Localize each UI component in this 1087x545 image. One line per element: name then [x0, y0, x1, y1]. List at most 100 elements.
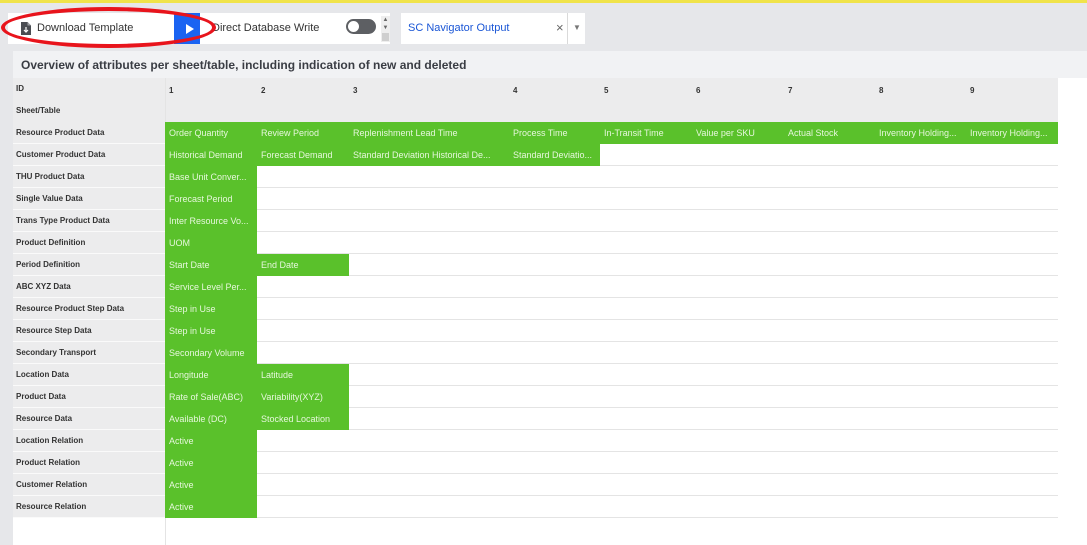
attribute-cell[interactable]: Active: [165, 452, 257, 474]
attribute-cell-text: Step in Use: [169, 326, 216, 336]
attribute-cell[interactable]: Standard Deviatio...: [509, 144, 600, 166]
attribute-cell[interactable]: Step in Use: [165, 298, 257, 320]
column-header-row: 1 2 3 4 5 6 7 8 9: [165, 78, 1058, 122]
attribute-cell[interactable]: Step in Use: [165, 320, 257, 342]
row-label-text: Product Relation: [16, 458, 81, 467]
attribute-cell[interactable]: Rate of Sale(ABC): [165, 386, 257, 408]
attribute-cell-text: Standard Deviation Historical De...: [353, 150, 491, 160]
spinner-up-icon[interactable]: ▲: [381, 16, 390, 24]
run-download-button[interactable]: [174, 13, 203, 44]
row-label: Trans Type Product Data: [13, 210, 165, 232]
attribute-cell-text: Inter Resource Vo...: [169, 216, 249, 226]
column-number: 4: [513, 86, 518, 95]
attribute-cell[interactable]: Process Time: [509, 122, 600, 144]
attribute-cell[interactable]: Active: [165, 496, 257, 518]
attribute-cell-text: Inventory Holding...: [970, 128, 1048, 138]
attribute-cell[interactable]: Active: [165, 430, 257, 452]
attribute-cell-text: UOM: [169, 238, 190, 248]
attribute-cell[interactable]: Forecast Demand: [257, 144, 349, 166]
row-label: Location Relation: [13, 430, 165, 452]
attribute-cell[interactable]: Variability(XYZ): [257, 386, 349, 408]
row-label: Customer Relation: [13, 474, 165, 496]
close-icon[interactable]: ×: [556, 20, 564, 35]
attribute-cell-text: Active: [169, 436, 194, 446]
select-divider: [567, 13, 568, 44]
attribute-cell[interactable]: Available (DC): [165, 408, 257, 430]
column-number: 1: [169, 86, 174, 95]
attribute-cell[interactable]: Latitude: [257, 364, 349, 386]
attribute-cell-text: Order Quantity: [169, 128, 229, 138]
spinner-handle[interactable]: [382, 33, 389, 41]
attribute-cell[interactable]: Replenishment Lead Time: [349, 122, 509, 144]
attribute-cell-text: Forecast Period: [169, 194, 233, 204]
attribute-cell[interactable]: Value per SKU: [692, 122, 784, 144]
row-label-text: Product Definition: [16, 238, 86, 247]
attribute-cell[interactable]: UOM: [165, 232, 257, 254]
column-number: 7: [788, 86, 793, 95]
row-label-text: Resource Data: [16, 414, 73, 423]
attribute-cell[interactable]: Actual Stock: [784, 122, 875, 144]
attribute-cell[interactable]: End Date: [257, 254, 349, 276]
row-divider: [165, 473, 1058, 474]
row-label-text: Location Relation: [16, 436, 84, 445]
attribute-cell[interactable]: Review Period: [257, 122, 349, 144]
output-select[interactable]: SC Navigator Output × ▼: [401, 13, 585, 44]
row-label: Customer Product Data: [13, 144, 165, 166]
column-number: 3: [353, 86, 358, 95]
attribute-cell-text: Start Date: [169, 260, 210, 270]
attribute-cell[interactable]: Inventory Holding...: [966, 122, 1058, 144]
attribute-cell[interactable]: In-Transit Time: [600, 122, 692, 144]
attribute-cell-text: Historical Demand: [169, 150, 243, 160]
column-number: 9: [970, 86, 975, 95]
attribute-cell[interactable]: Start Date: [165, 254, 257, 276]
attribute-cell[interactable]: Forecast Period: [165, 188, 257, 210]
attribute-cell[interactable]: Standard Deviation Historical De...: [349, 144, 509, 166]
direct-database-write-label: Direct Database Write: [212, 22, 320, 34]
attribute-cell[interactable]: Active: [165, 474, 257, 496]
attribute-cell[interactable]: Service Level Per...: [165, 276, 257, 298]
toggle-knob: [348, 21, 359, 32]
attribute-cell-text: Stocked Location: [261, 414, 331, 424]
attribute-cell[interactable]: Stocked Location: [257, 408, 349, 430]
attribute-cell-text: Rate of Sale(ABC): [169, 392, 244, 402]
attribute-cell-text: Review Period: [261, 128, 320, 138]
attribute-cell-text: Inventory Holding...: [879, 128, 957, 138]
attribute-cell-text: Value per SKU: [696, 128, 755, 138]
download-template-label[interactable]: Download Template: [37, 22, 133, 34]
direct-database-write-toggle[interactable]: [346, 19, 376, 34]
row-label-text: Product Data: [16, 392, 66, 401]
download-template-control[interactable]: Download Template: [8, 13, 203, 44]
play-icon: [185, 23, 194, 34]
attribute-cell-text: Variability(XYZ): [261, 392, 323, 402]
attribute-cell-text: Service Level Per...: [169, 282, 247, 292]
row-label-text: Resource Product Step Data: [16, 304, 125, 313]
attribute-cell[interactable]: Secondary Volume: [165, 342, 257, 364]
attribute-cell-text: End Date: [261, 260, 299, 270]
attribute-cell[interactable]: Inventory Holding...: [875, 122, 966, 144]
attribute-cell-text: Base Unit Conver...: [169, 172, 247, 182]
spinner-down-icon[interactable]: ▼: [381, 24, 390, 32]
row-label: Single Value Data: [13, 188, 165, 210]
row-divider: [165, 319, 1058, 320]
attribute-cell[interactable]: Historical Demand: [165, 144, 257, 166]
attribute-cell[interactable]: Base Unit Conver...: [165, 166, 257, 188]
row-divider: [165, 187, 1058, 188]
row-label: Resource Product Data: [13, 122, 165, 144]
attribute-cell-text: Forecast Demand: [261, 150, 333, 160]
overview-title-bar: Overview of attributes per sheet/table, …: [13, 51, 1087, 78]
attribute-cell-text: Active: [169, 458, 194, 468]
id-header-label: ID: [16, 84, 24, 93]
attribute-cell[interactable]: Inter Resource Vo...: [165, 210, 257, 232]
id-header: ID: [13, 78, 165, 100]
attribute-cell[interactable]: Order Quantity: [165, 122, 257, 144]
attribute-cell-text: Active: [169, 502, 194, 512]
output-select-value[interactable]: SC Navigator Output: [408, 22, 510, 34]
chevron-down-icon[interactable]: ▼: [573, 23, 581, 32]
row-label: ABC XYZ Data: [13, 276, 165, 298]
row-divider: [165, 517, 1058, 518]
scroll-spinner[interactable]: ▲ ▼: [381, 16, 390, 42]
row-label-text: Secondary Transport: [16, 348, 97, 357]
attribute-cell[interactable]: Longitude: [165, 364, 257, 386]
attribute-cell-text: Actual Stock: [788, 128, 839, 138]
row-label-text: Customer Relation: [16, 480, 88, 489]
